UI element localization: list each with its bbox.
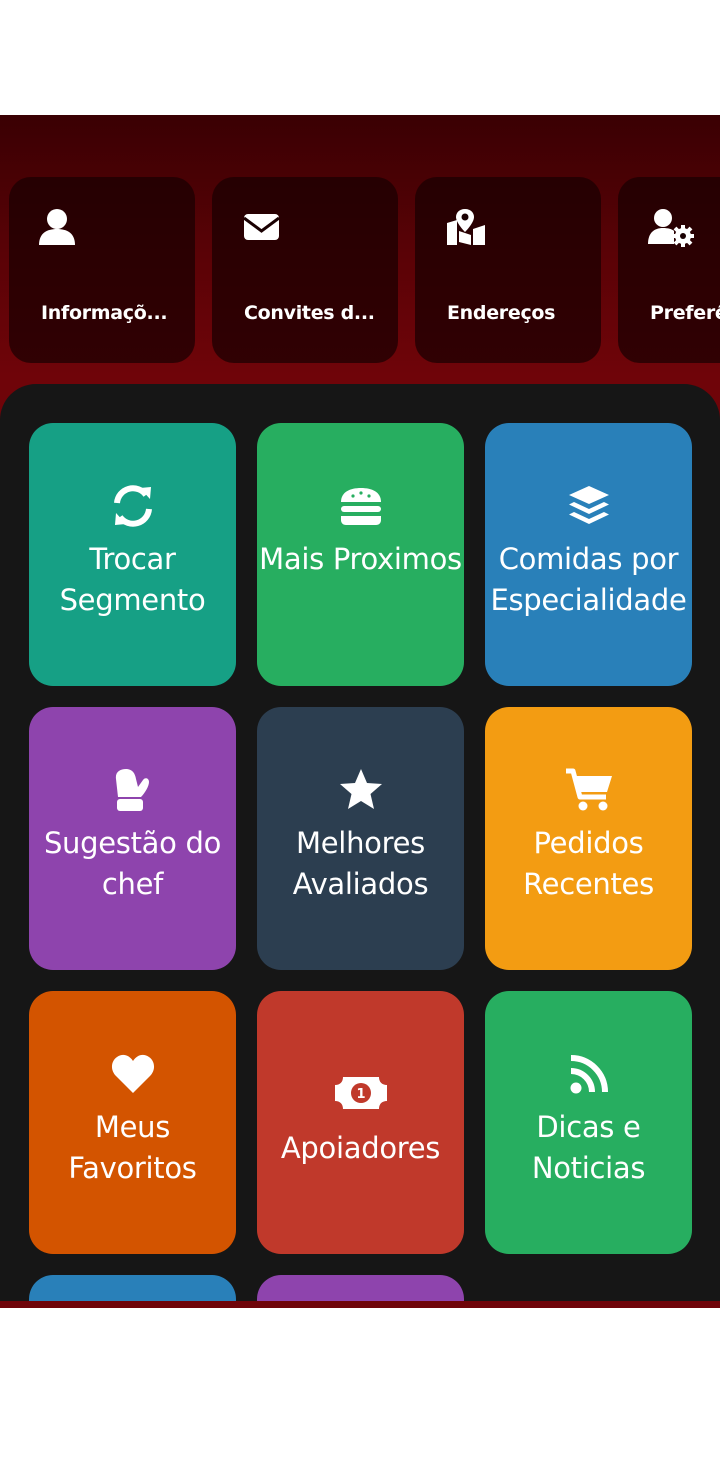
tile-sugestao-chef[interactable]: Sugestão do chef <box>29 707 236 970</box>
tile-label: Comidas por Especialidade <box>490 542 687 617</box>
oven-mitt-icon <box>110 767 156 813</box>
tile-label: Meus Favoritos <box>68 1110 197 1185</box>
refresh-icon <box>110 483 156 529</box>
tile-label: Trocar Segmento <box>59 542 206 617</box>
svg-text:1: 1 <box>356 1087 365 1102</box>
hamburger-icon <box>338 483 384 529</box>
quick-access-row: Informaçõ... Convites d... Endereços Pre… <box>0 177 720 363</box>
tile-label: Melhores Avaliados <box>292 826 429 901</box>
tile-mais-proximos[interactable]: Mais Proximos <box>257 423 464 686</box>
quick-card-informacoes[interactable]: Informaçõ... <box>9 177 195 363</box>
star-icon <box>338 767 384 813</box>
tile-partial[interactable] <box>29 1275 236 1301</box>
user-gear-icon <box>648 207 694 247</box>
quick-card-label: Informaçõ... <box>41 302 168 324</box>
tile-label: Mais Proximos <box>259 542 462 576</box>
tile-partial[interactable] <box>257 1275 464 1301</box>
tile-trocar-segmento[interactable]: Trocar Segmento <box>29 423 236 686</box>
quick-card-enderecos[interactable]: Endereços <box>415 177 601 363</box>
quick-card-convites[interactable]: Convites d... <box>212 177 398 363</box>
quick-card-label: Convites d... <box>244 302 375 324</box>
tile-comidas-especialidade[interactable]: Comidas por Especialidade <box>485 423 692 686</box>
tile-apoiadores[interactable]: 1 Apoiadores <box>257 991 464 1254</box>
tile-label: Dicas e Noticias <box>531 1110 646 1185</box>
shopping-cart-icon <box>564 767 614 813</box>
tile-label: Sugestão do chef <box>43 826 222 901</box>
user-icon <box>39 207 79 247</box>
menu-panel: Trocar Segmento Mais Proximos Comidas po… <box>0 384 720 1301</box>
rss-icon <box>566 1051 612 1097</box>
tile-melhores-avaliados[interactable]: Melhores Avaliados <box>257 707 464 970</box>
tile-label: Pedidos Recentes <box>523 826 654 901</box>
money-bill-icon: 1 <box>334 1075 388 1121</box>
layers-icon <box>566 483 612 529</box>
quick-card-preferencias[interactable]: Preferê <box>618 177 720 363</box>
quick-card-label: Endereços <box>447 302 556 324</box>
tile-meus-favoritos[interactable]: Meus Favoritos <box>29 991 236 1254</box>
quick-card-label: Preferê <box>650 302 720 324</box>
envelope-icon <box>242 207 282 247</box>
tile-dicas-noticias[interactable]: Dicas e Noticias <box>485 991 692 1254</box>
heart-icon <box>110 1051 156 1097</box>
tile-label: Apoiadores <box>280 1131 441 1165</box>
map-marker-icon <box>445 207 485 247</box>
tile-pedidos-recentes[interactable]: Pedidos Recentes <box>485 707 692 970</box>
